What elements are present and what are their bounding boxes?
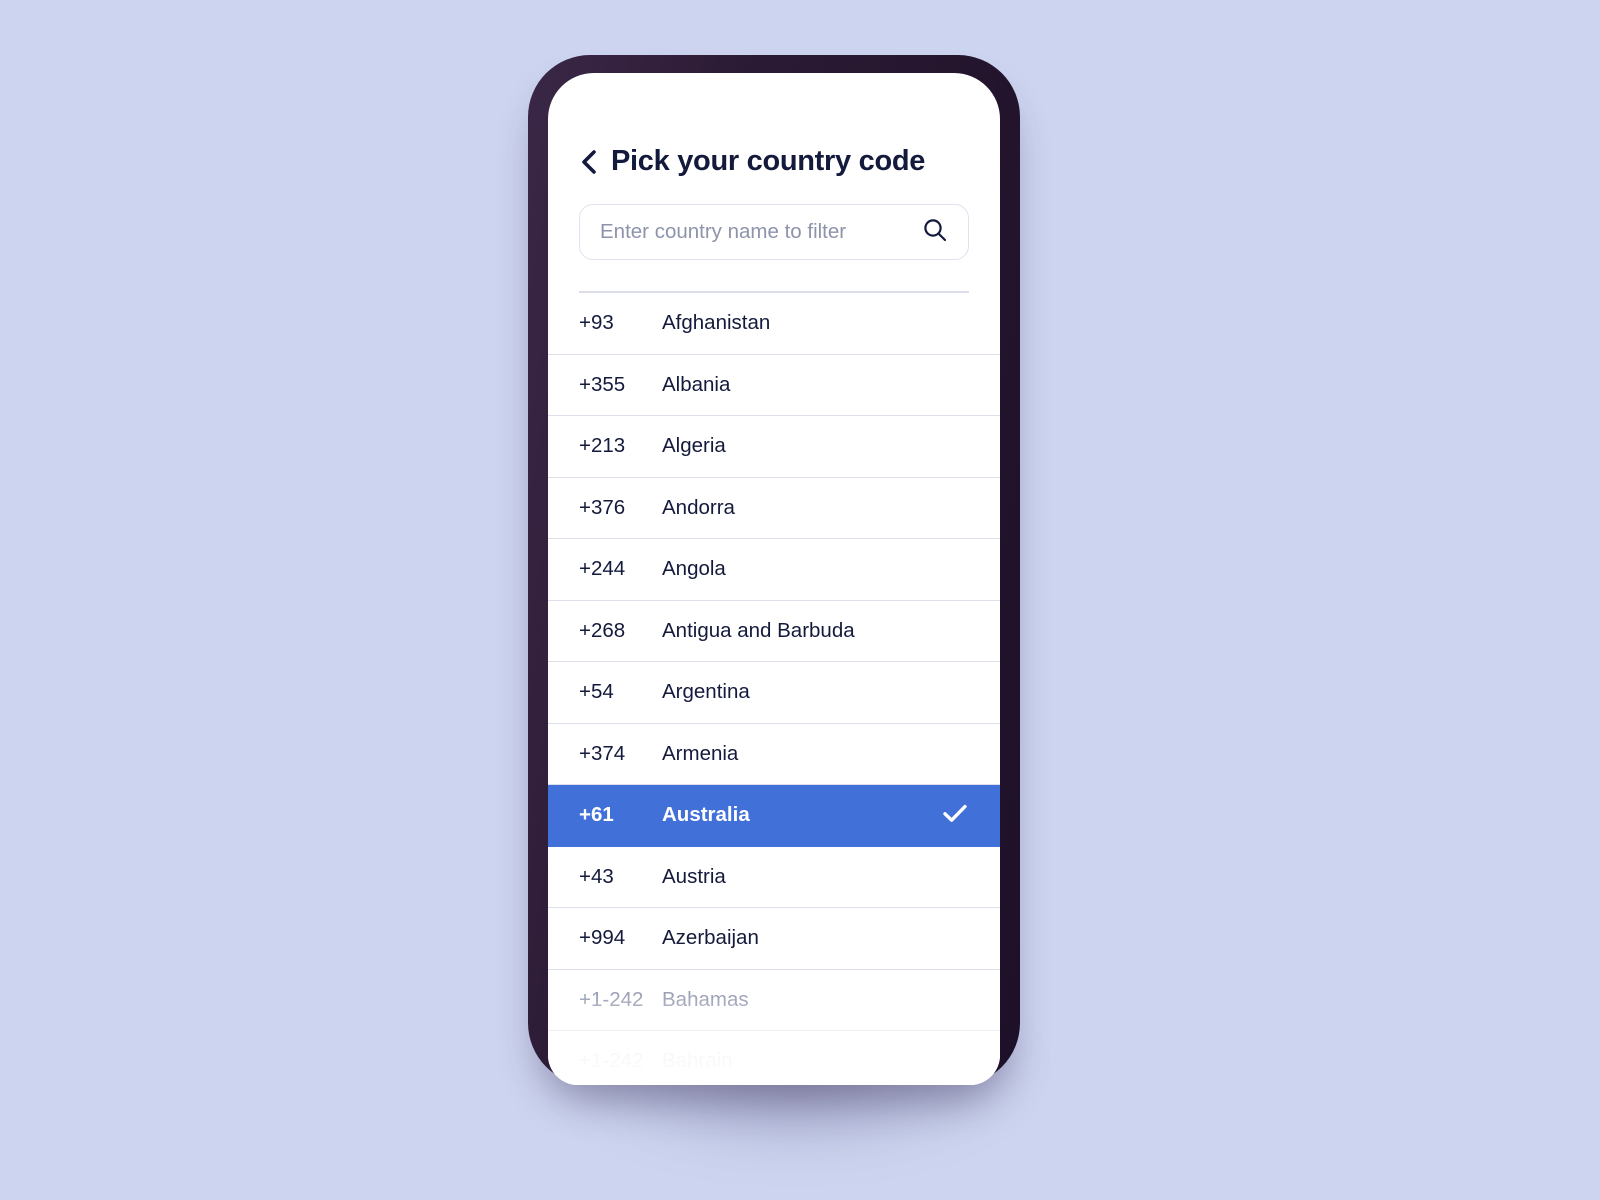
country-row[interactable]: +1-242 Bahrain <box>548 1031 1000 1085</box>
search-input[interactable] <box>600 220 922 244</box>
country-row[interactable]: +355 Albania <box>548 354 1000 416</box>
phone-screen: Pick your country code +93 Afghanistan +35… <box>548 73 1000 1085</box>
search-icon[interactable] <box>922 217 948 248</box>
country-row[interactable]: +376 Andorra <box>548 477 1000 539</box>
chevron-left-icon[interactable] <box>579 149 597 175</box>
country-code: +213 <box>579 434 626 458</box>
country-code: +61 <box>579 803 614 827</box>
country-name: Argentina <box>662 680 750 704</box>
country-row[interactable]: +244 Angola <box>548 539 1000 601</box>
country-row[interactable]: +1-242 Bahamas <box>548 969 1000 1031</box>
country-code: +376 <box>579 495 626 519</box>
country-code: +93 <box>579 311 614 335</box>
country-name: Afghanistan <box>662 311 771 335</box>
country-code: +1-242 <box>579 987 644 1011</box>
country-name: Algeria <box>662 434 726 458</box>
country-name: Antigua and Barbuda <box>662 618 855 642</box>
country-code: +374 <box>579 741 626 765</box>
country-row[interactable]: +213 Algeria <box>548 416 1000 478</box>
country-row[interactable]: +93 Afghanistan <box>548 293 1000 355</box>
search-section <box>548 178 1000 293</box>
phone-frame: Pick your country code +93 Afghanistan +35… <box>528 55 1020 1085</box>
country-row[interactable]: +374 Armenia <box>548 723 1000 785</box>
country-name: Azerbaijan <box>662 926 759 950</box>
country-code: +994 <box>579 926 626 950</box>
country-code: +1-242 <box>579 1049 644 1073</box>
country-row[interactable]: +43 Austria <box>548 846 1000 908</box>
country-row[interactable]: +994 Azerbaijan <box>548 908 1000 970</box>
country-code: +268 <box>579 618 626 642</box>
country-row[interactable]: +268 Antigua and Barbuda <box>548 600 1000 662</box>
country-name: Austria <box>662 864 726 888</box>
country-name: Bahamas <box>662 987 749 1011</box>
country-name: Albania <box>662 372 731 396</box>
search-box[interactable] <box>579 204 969 260</box>
country-code: +244 <box>579 557 626 581</box>
country-name: Armenia <box>662 741 739 765</box>
screen-header: Pick your country code <box>548 73 1000 178</box>
country-code: +54 <box>579 680 614 704</box>
country-code: +43 <box>579 864 614 888</box>
country-code: +355 <box>579 372 626 396</box>
country-row[interactable]: +54 Argentina <box>548 662 1000 724</box>
country-row[interactable]: +61 Australia <box>548 785 1000 847</box>
country-name: Andorra <box>662 495 735 519</box>
country-list[interactable]: +93 Afghanistan +355 Albania +213 Algeria +376… <box>548 293 1000 1085</box>
check-icon <box>941 799 969 832</box>
country-name: Bahrain <box>662 1049 733 1073</box>
page-title: Pick your country code <box>611 145 926 177</box>
country-name: Australia <box>662 803 750 827</box>
country-name: Angola <box>662 557 726 581</box>
